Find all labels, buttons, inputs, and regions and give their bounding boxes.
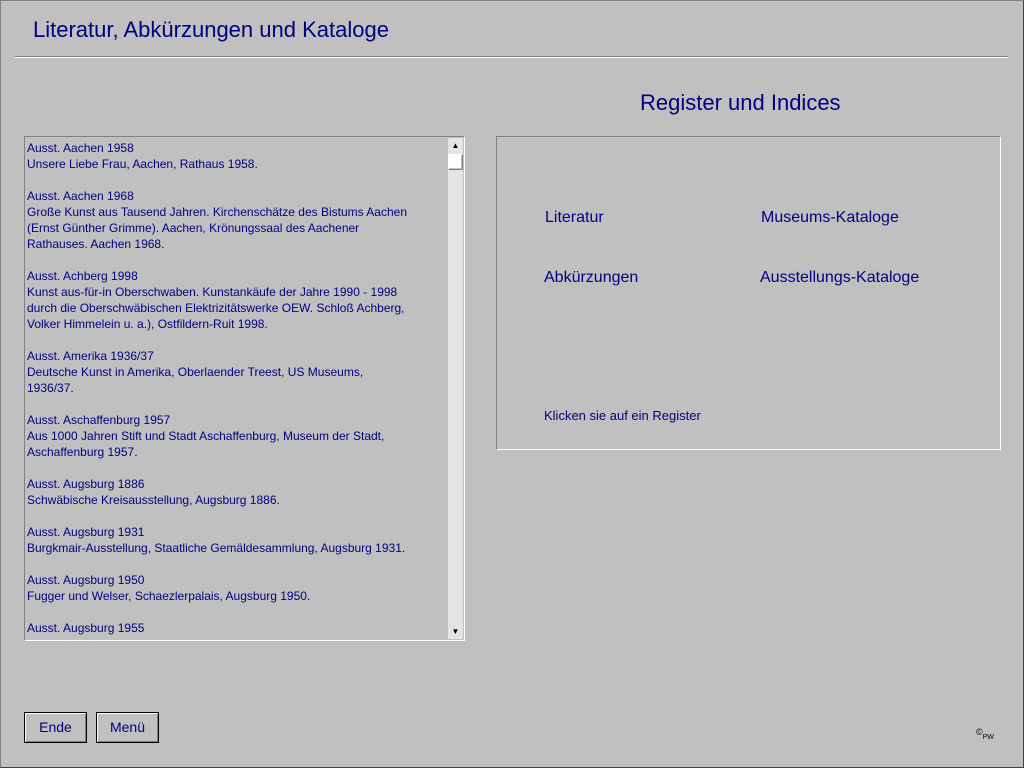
list-item[interactable]: Ausst. Aachen 1968 Große Kunst aus Tausen…	[27, 188, 447, 252]
list-item-title: Ausst. Aschaffenburg 1957	[27, 413, 171, 427]
menue-button[interactable]: Menü	[96, 712, 159, 743]
list-item-line: Aus 1000 Jahren Stift und Stadt Aschaffe…	[27, 429, 385, 443]
page-title: Literatur, Abkürzungen und Kataloge	[33, 17, 389, 42]
list-item-title: Ausst. Aachen 1968	[27, 189, 134, 203]
list-item-line: Deutsche Kunst in Amerika, Oberlaender T…	[27, 365, 364, 379]
list-item[interactable]: Ausst. Achberg 1998 Kunst aus-für-in Ober…	[27, 268, 447, 332]
register-link-ausstellungs-kataloge[interactable]: Ausstellungs-Kataloge	[760, 269, 919, 287]
list-item-line: (Ernst Günther Grimme). Aachen, Krönungs…	[27, 221, 360, 235]
list-item-line: Große Kunst aus Tausend Jahren. Kirchens…	[27, 205, 407, 219]
list-item-line: 1936/37.	[27, 381, 74, 395]
register-link-abkuerzungen[interactable]: Abkürzungen	[544, 269, 638, 287]
up-arrow-icon: ▲	[451, 141, 460, 150]
list-item-title: Ausst. Achberg 1998	[27, 269, 138, 283]
scroll-up-button[interactable]: ▲	[448, 138, 463, 153]
list-item-line: Kunst aus-für-in Oberschwaben. Kunstankä…	[27, 285, 398, 299]
scroll-down-button[interactable]: ▼	[448, 624, 463, 639]
ende-button[interactable]: Ende	[24, 712, 87, 743]
list-item-title: Ausst. Augsburg 1955	[27, 621, 145, 635]
list-item-title: Ausst. Augsburg 1931	[27, 525, 145, 539]
list-item-title: Ausst. Augsburg 1886	[27, 477, 145, 491]
scrollbar-thumb[interactable]	[448, 154, 463, 170]
list-item[interactable]: Ausst. Augsburg 1886 Schwäbische Kreisaus…	[27, 476, 447, 508]
copyright-mark: ©PW	[976, 727, 994, 741]
register-link-literatur[interactable]: Literatur	[545, 209, 604, 227]
list-item[interactable]: Ausst. Aschaffenburg 1957 Aus 1000 Jahren…	[27, 412, 447, 460]
literature-list-content: Ausst. Aachen 1958 Unsere Liebe Frau, Aac…	[26, 138, 447, 639]
list-scrollbar[interactable]: ▲ ▼	[448, 138, 463, 639]
list-item-line: durch die Oberschwäbischen Elektrizitäts…	[27, 301, 405, 315]
list-item-line: Volker Himmelein u. a.), Ostfildern-Ruit…	[27, 317, 268, 331]
list-item[interactable]: Ausst. Augsburg 1931 Burgkmair-Ausstellun…	[27, 524, 447, 556]
list-item-title: Ausst. Amerika 1936/37	[27, 349, 154, 363]
list-item-line: Fugger und Welser, Schaezlerpalais, Augs…	[27, 589, 311, 603]
down-arrow-icon: ▼	[451, 627, 460, 636]
list-item-title: Ausst. Augsburg 1950	[27, 573, 145, 587]
register-panel	[496, 136, 1001, 450]
list-item-line: Rathauses. Aachen 1968.	[27, 237, 165, 251]
list-item[interactable]: Ausst. Augsburg 1955	[27, 620, 447, 636]
copyright-symbol: ©	[976, 727, 983, 737]
list-item-title: Ausst. Aachen 1958	[27, 141, 134, 155]
list-item-line: Burgkmair-Ausstellung, Staatliche Gemäld…	[27, 541, 406, 555]
register-link-museums-kataloge[interactable]: Museums-Kataloge	[761, 209, 899, 227]
list-item-line: Aschaffenburg 1957.	[27, 445, 138, 459]
title-divider	[15, 56, 1008, 58]
copyright-initials: PW	[982, 734, 994, 741]
list-item-line: Unsere Liebe Frau, Aachen, Rathaus 1958.	[27, 157, 258, 171]
register-title: Register und Indices	[640, 90, 841, 115]
list-item[interactable]: Ausst. Aachen 1958 Unsere Liebe Frau, Aac…	[27, 140, 447, 172]
register-hint: Klicken sie auf ein Register	[544, 408, 701, 423]
list-item-line: Schwäbische Kreisausstellung, Augsburg 1…	[27, 493, 280, 507]
list-item[interactable]: Ausst. Amerika 1936/37 Deutsche Kunst in …	[27, 348, 447, 396]
list-item[interactable]: Ausst. Augsburg 1950 Fugger und Welser, S…	[27, 572, 447, 604]
literature-list[interactable]: Ausst. Aachen 1958 Unsere Liebe Frau, Aac…	[24, 136, 465, 641]
